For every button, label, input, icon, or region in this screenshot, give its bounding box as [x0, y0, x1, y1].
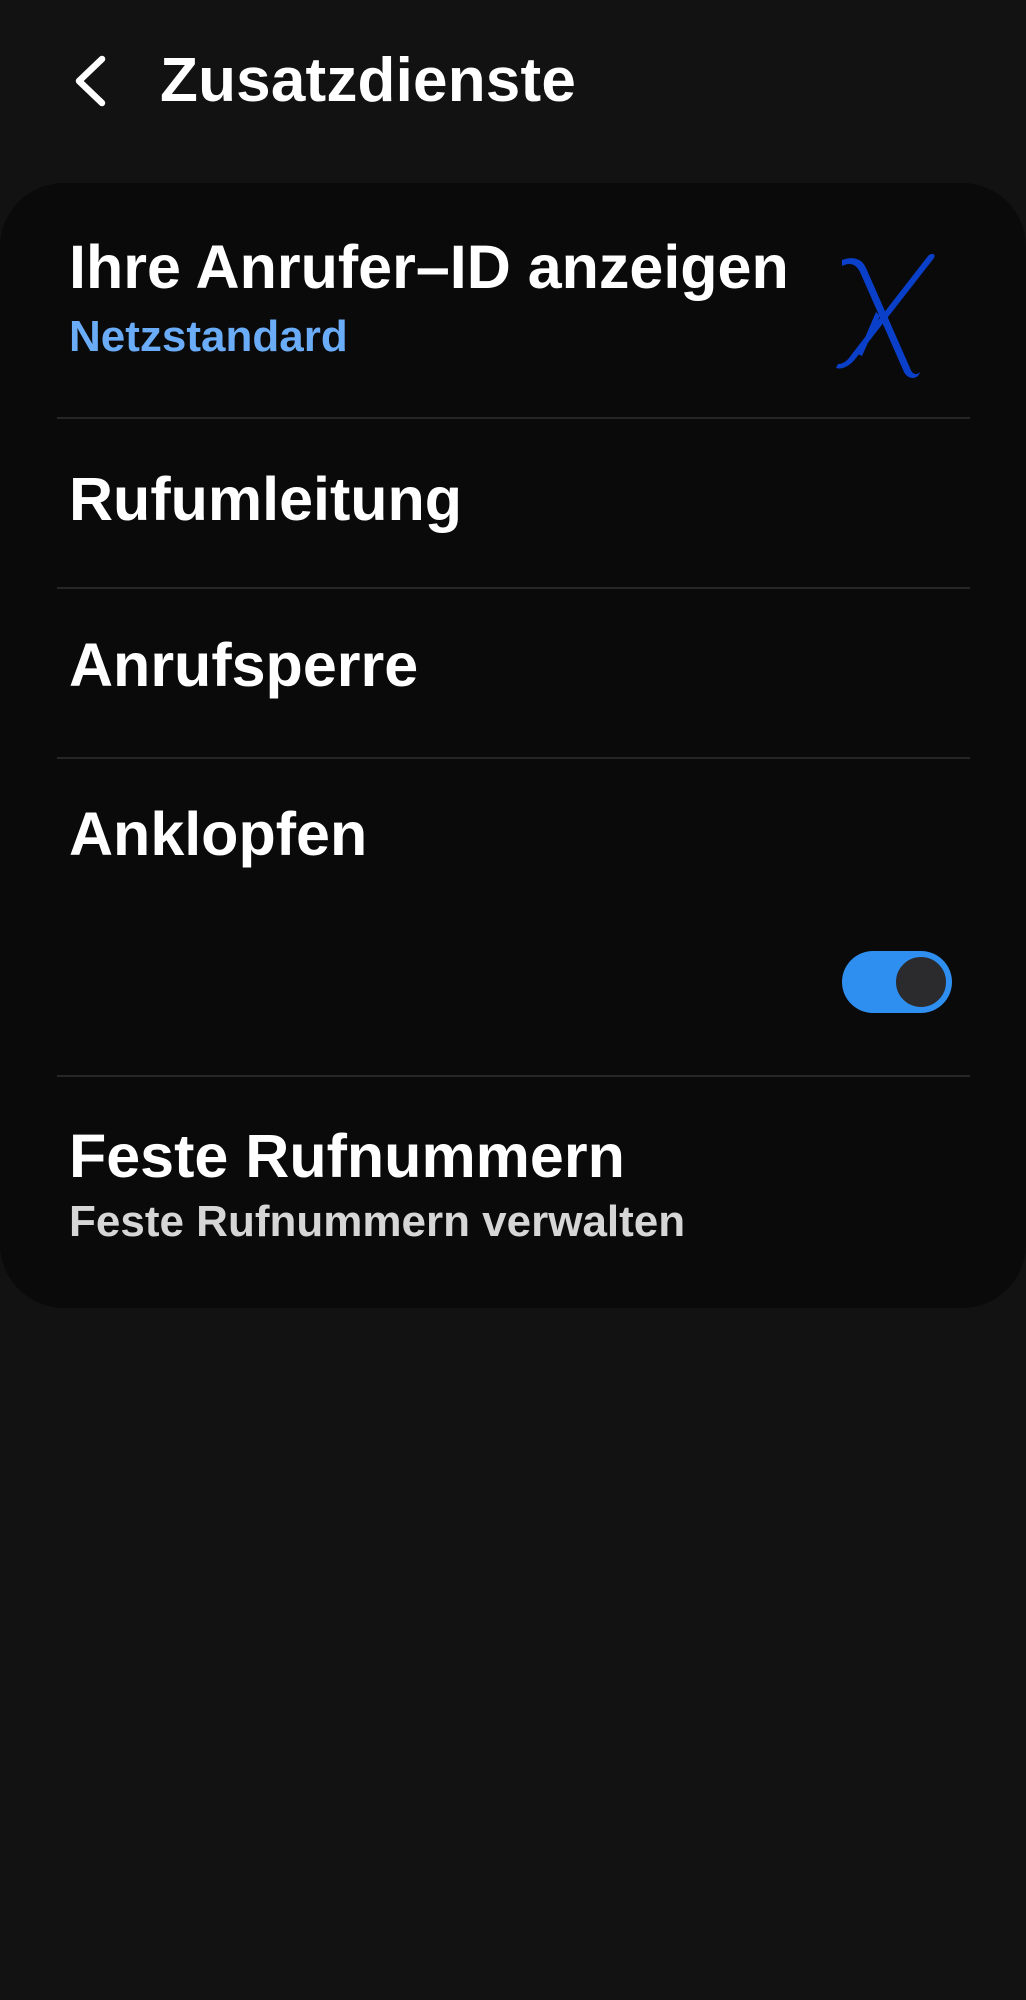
call-waiting-setting[interactable]: Anklopfen [0, 759, 1026, 1075]
caller-id-value: Netzstandard [69, 312, 348, 361]
call-forwarding-title: Rufumleitung [69, 465, 463, 533]
chevron-left-icon [75, 55, 106, 107]
fixed-dialing-subtitle: Feste Rufnummern verwalten [69, 1197, 686, 1246]
fixed-dialing-setting[interactable]: Feste Rufnummern Feste Rufnummern verwal… [0, 1077, 1026, 1308]
toggle-knob [893, 954, 949, 1010]
call-barring-setting[interactable]: Anrufsperre [0, 589, 1026, 757]
call-forwarding-setting[interactable]: Rufumleitung [0, 419, 1026, 587]
call-waiting-toggle[interactable] [842, 951, 952, 1013]
blue-x-mark-icon [836, 253, 935, 378]
back-button[interactable] [62, 48, 118, 114]
fixed-dialing-title: Feste Rufnummern [69, 1122, 625, 1190]
caller-id-title: Ihre Anrufer–ID anzeigen [69, 233, 789, 301]
call-waiting-title: Anklopfen [69, 800, 368, 868]
app-bar: Zusatzdienste [0, 0, 1026, 165]
call-barring-title: Anrufsperre [69, 631, 419, 699]
page-title: Zusatzdienste [160, 46, 577, 115]
